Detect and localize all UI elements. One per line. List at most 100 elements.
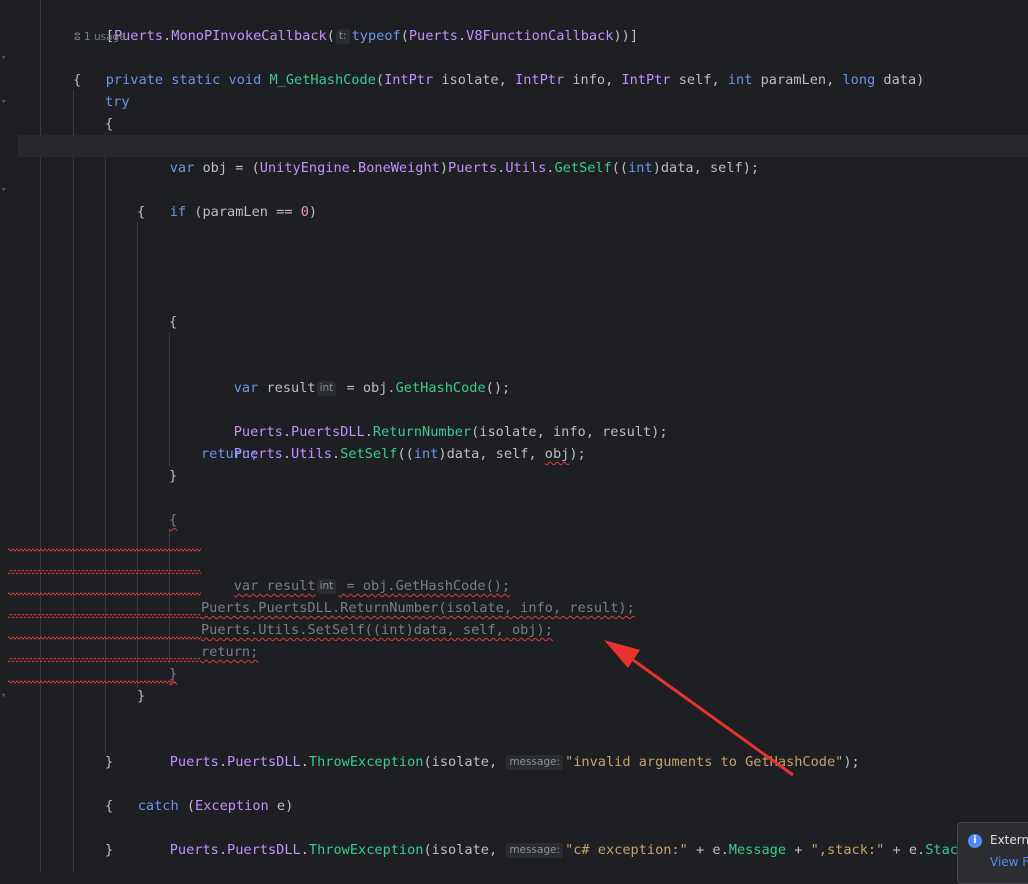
error-squiggles [8, 548, 201, 684]
editor-gutter[interactable] [0, 0, 18, 872]
paren: ( [400, 28, 409, 44]
type-hint: int [316, 381, 337, 396]
dot: . [300, 754, 309, 770]
code-text: (); [485, 380, 511, 396]
code-line-brace[interactable]: { [169, 509, 177, 531]
code-line-var-result[interactable]: var result int = obj.GetHashCode(); [201, 355, 510, 396]
keyword: int [727, 72, 753, 88]
code-text: var result [233, 578, 316, 594]
fold-icon[interactable]: ▾ [1, 692, 9, 701]
fold-icon[interactable]: ▾ [1, 54, 9, 63]
param: isolate, [441, 72, 507, 88]
keyword: void [228, 72, 262, 88]
attribute-name: MonoPInvokeCallback [171, 28, 327, 44]
code-text: (( [611, 160, 629, 176]
notification-link[interactable]: View Fi [990, 855, 1028, 869]
method-name: M_GetHashCode [269, 72, 376, 88]
code-line-signature[interactable]: private static void M_GetHashCode(IntPtr… [73, 47, 925, 88]
type-name: PuertsDLL [227, 754, 301, 770]
code-text: obj = ( [194, 160, 260, 176]
code-text: ); [843, 754, 860, 770]
code-line-set-self[interactable]: Puerts.Utils.SetSelf((int)data, self, ob… [201, 421, 586, 462]
code-line-brace[interactable]: { [105, 113, 113, 135]
paren: ) [439, 160, 449, 176]
code-line-throw-exception[interactable]: Puerts.PuertsDLL.ThrowException(isolate,… [137, 729, 860, 770]
error-squiggle [8, 614, 201, 618]
code-line-brace[interactable]: } [105, 839, 113, 861]
code-line-catch[interactable]: catch (Exception e) [105, 773, 294, 814]
error-squiggle [8, 680, 176, 684]
keyword: int [413, 446, 439, 462]
namespace: UnityEngine [259, 160, 350, 176]
operator: + [687, 842, 713, 858]
usage-icon: ⵓ [74, 31, 84, 43]
code-line-attribute[interactable]: [Puerts.MonoPInvokeCallback(t: typeof(Pue… [73, 3, 638, 44]
code-text: + e. [884, 842, 926, 858]
indent-guide [73, 90, 74, 872]
variable-name: result [258, 380, 316, 396]
notification-title: Externa [990, 833, 1028, 847]
param: info, [572, 72, 614, 88]
method-name: GetHashCode [395, 380, 486, 396]
arrow-head [604, 640, 640, 668]
keyword: catch [137, 798, 179, 814]
keyword: long [842, 72, 876, 88]
code-line-brace[interactable]: { [169, 311, 177, 333]
type-name: IntPtr [621, 72, 671, 88]
type-name: V8FunctionCallback [466, 28, 614, 44]
fold-icon[interactable]: ▾ [1, 98, 9, 107]
type-name: BoneWeight [358, 160, 440, 176]
dot: . [349, 160, 359, 176]
code-line-brace[interactable]: } [169, 465, 177, 487]
type-hint: int [316, 579, 337, 594]
code-text: ); [569, 446, 586, 462]
code-line-try[interactable]: try [105, 91, 130, 113]
paren: ( [375, 72, 385, 88]
dot: . [457, 28, 467, 44]
keyword: if [169, 204, 187, 220]
code-text: = obj.GetHashCode(); [338, 578, 511, 594]
code-line-unreachable[interactable]: var result int = obj.GetHashCode(); [201, 553, 510, 594]
keyword: var [233, 380, 259, 396]
code-line-brace[interactable]: { [137, 201, 145, 223]
method-name: ThrowException [308, 842, 424, 858]
code-text: (isolate, [423, 754, 506, 770]
code-line-unreachable[interactable]: Puerts.PuertsDLL.ReturnNumber(isolate, i… [201, 597, 635, 619]
param: data) [883, 72, 925, 88]
code-line-return[interactable]: return; [201, 443, 258, 465]
string-literal: ",stack:" [810, 842, 885, 858]
type-name: IntPtr [515, 72, 565, 88]
type-name: Exception [195, 798, 269, 814]
code-text: )data, self, [438, 446, 545, 462]
parameter-hint: message: [506, 755, 564, 770]
indent-guide [169, 332, 170, 466]
operator: + [786, 842, 811, 858]
keyword: var [169, 160, 195, 176]
code-text: )data, self); [652, 160, 760, 176]
code-line-brace[interactable]: { [105, 795, 113, 817]
code-line-throw-exception[interactable]: Puerts.PuertsDLL.ThrowException(isolate,… [137, 817, 1007, 858]
error-squiggle [8, 658, 201, 662]
code-line-brace[interactable]: { [73, 69, 81, 91]
notification-popup[interactable]: i Externa View Fi [957, 822, 1028, 884]
method-name: SetSelf [340, 446, 398, 462]
string-literal: "invalid arguments to GetHashCode" [565, 754, 844, 770]
code-line-brace[interactable]: } [105, 751, 113, 773]
code-line-if[interactable]: if (paramLen == 0) [137, 179, 317, 220]
type-name: Utils [291, 446, 332, 462]
code-text: ( [178, 798, 196, 814]
namespace: Puerts [169, 842, 219, 858]
type-name: IntPtr [384, 72, 434, 88]
keyword: static [171, 72, 221, 88]
error-squiggle [8, 636, 201, 640]
bracket: ))] [613, 28, 639, 44]
code-text: e) [268, 798, 294, 814]
paren: ( [326, 28, 335, 44]
fold-icon[interactable]: ▾ [1, 186, 9, 195]
code-line-var-obj[interactable]: var obj = (UnityEngine.BoneWeight)Puerts… [137, 135, 759, 176]
usage-hint[interactable]: ⵓ 1 usage [74, 30, 126, 44]
code-line-unreachable[interactable]: Puerts.Utils.SetSelf((int)data, self, ob… [201, 619, 553, 641]
code-text: ) [308, 204, 318, 220]
code-line-return-number[interactable]: Puerts.PuertsDLL.ReturnNumber(isolate, i… [201, 399, 668, 440]
dot: . [331, 446, 341, 462]
